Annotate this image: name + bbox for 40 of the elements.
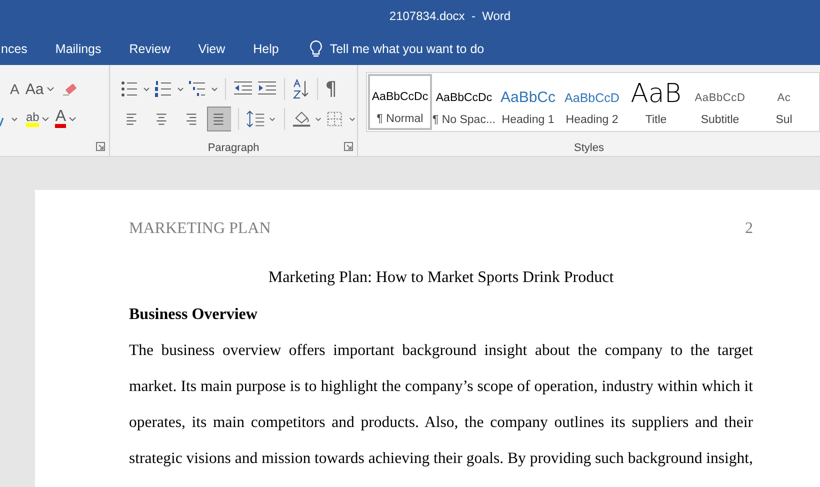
style-option[interactable]: AaBbCc Heading 1 bbox=[496, 74, 560, 130]
font-color-button[interactable]: A bbox=[55, 110, 76, 128]
running-header: MARKETING PLAN bbox=[129, 220, 271, 239]
style-option[interactable]: Ac Sul bbox=[752, 74, 816, 130]
group-label: Styles bbox=[573, 142, 605, 154]
ribbon-tab[interactable]: Review bbox=[118, 38, 182, 60]
group-label: Paragraph bbox=[206, 142, 260, 154]
numbering-icon[interactable] bbox=[154, 80, 184, 98]
style-option[interactable]: AaB Title bbox=[624, 74, 688, 130]
caret-icon[interactable] bbox=[69, 117, 76, 121]
sort-icon[interactable] bbox=[292, 79, 310, 99]
show-formatting-button[interactable]: ¶ bbox=[325, 78, 338, 100]
ribbon-tab[interactable]: Mailings bbox=[44, 38, 112, 60]
dialog-launcher-icon[interactable] bbox=[344, 142, 353, 151]
ribbon-tab[interactable]: nces bbox=[0, 38, 38, 60]
grow-font-button[interactable]: A bbox=[0, 81, 20, 97]
lightbulb-icon[interactable] bbox=[308, 40, 323, 58]
align-icon[interactable] bbox=[206, 106, 232, 132]
ribbon-tab[interactable]: Help bbox=[242, 38, 290, 60]
multilevel-list-icon[interactable] bbox=[188, 80, 218, 98]
style-option[interactable]: AaBbCcDc ¶ Normal bbox=[368, 74, 432, 130]
tell-me-search-field[interactable]: Tell me what you want to do bbox=[330, 42, 484, 56]
body-paragraph: The business overview offers important background insight about the company to the target market. Its main purpose is to highlight the company’s scope of operation, industry within which it operates, its main competitors and products. Also, the company outlines its suppliers and their strategic visions and mission towards achieving their goals. By providing such background insight, bbox=[129, 341, 753, 469]
page-number: 2 bbox=[745, 220, 753, 239]
line-spacing-icon[interactable] bbox=[246, 110, 277, 128]
style-option[interactable]: AaBbCcD Subtitle bbox=[688, 74, 752, 130]
ribbon-tab[interactable]: View bbox=[187, 38, 236, 60]
change-case-button[interactable]: Aa bbox=[25, 80, 54, 98]
bullets-icon[interactable] bbox=[120, 80, 150, 98]
caret-icon[interactable] bbox=[46, 87, 54, 91]
section-heading: Business Overview bbox=[129, 305, 258, 325]
borders-icon[interactable] bbox=[326, 110, 358, 128]
style-option[interactable]: AaBbCcD Heading 2 bbox=[560, 74, 624, 130]
document-title: Marketing Plan: How to Market Sports Drink Product bbox=[267, 268, 615, 288]
style-option[interactable]: AaBbCcDc ¶ No Spac... bbox=[432, 74, 496, 130]
highlight-button[interactable]: ab bbox=[26, 111, 50, 127]
window-title: 2107834.docx - Word bbox=[389, 9, 511, 23]
dialog-launcher-icon[interactable] bbox=[96, 142, 105, 151]
caret-icon[interactable] bbox=[42, 117, 50, 121]
shading-icon[interactable] bbox=[292, 109, 322, 129]
